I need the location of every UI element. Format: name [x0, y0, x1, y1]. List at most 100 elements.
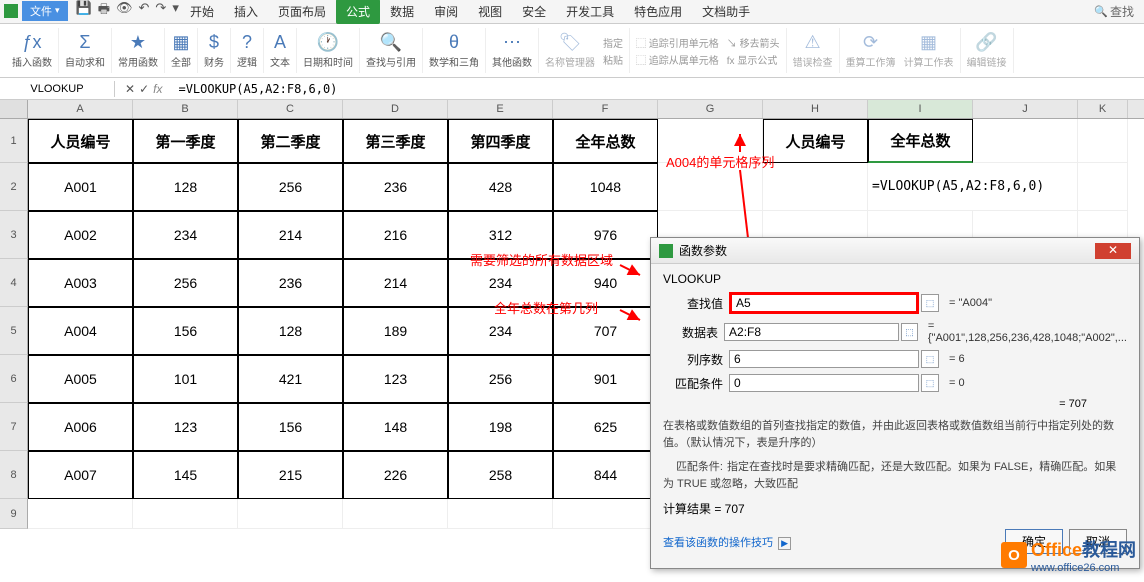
- accept-formula-icon[interactable]: ✓: [139, 82, 149, 96]
- calc-sheet-button[interactable]: ▦计算工作表: [904, 32, 954, 69]
- undo-icon[interactable]: ↶: [139, 0, 150, 22]
- column-header[interactable]: E: [448, 100, 553, 118]
- cell[interactable]: [343, 499, 448, 529]
- param-input[interactable]: [729, 350, 919, 368]
- cell[interactable]: 128: [238, 307, 343, 355]
- column-header[interactable]: C: [238, 100, 343, 118]
- tab-start[interactable]: 开始: [180, 0, 224, 24]
- cell[interactable]: 256: [238, 163, 343, 211]
- cell[interactable]: A001: [28, 163, 133, 211]
- name-box[interactable]: VLOOKUP: [0, 81, 115, 97]
- tab-special[interactable]: 特色应用: [624, 0, 692, 24]
- other-fn-button[interactable]: ⋯其他函数: [492, 32, 532, 69]
- cell[interactable]: 全年总数: [553, 119, 658, 163]
- cell[interactable]: [553, 499, 658, 529]
- preview-icon[interactable]: 👁: [116, 0, 133, 22]
- cell[interactable]: 145: [133, 451, 238, 499]
- autosum-button[interactable]: Σ自动求和: [65, 32, 105, 69]
- trace-dependents-button[interactable]: ⬚ 追踪从属单元格: [636, 52, 719, 67]
- tab-view[interactable]: 视图: [468, 0, 512, 24]
- tab-dev[interactable]: 开发工具: [556, 0, 624, 24]
- save-icon[interactable]: 💾: [76, 0, 92, 22]
- cell[interactable]: A004: [28, 307, 133, 355]
- cell[interactable]: 216: [343, 211, 448, 259]
- cell[interactable]: 第四季度: [448, 119, 553, 163]
- tab-insert[interactable]: 插入: [224, 0, 268, 24]
- name-manager-button[interactable]: 🏷名称管理器: [545, 32, 595, 69]
- fx-icon[interactable]: fx: [153, 82, 162, 96]
- cell[interactable]: A003: [28, 259, 133, 307]
- row-header[interactable]: 6: [0, 355, 28, 403]
- tab-doc-helper[interactable]: 文档助手: [692, 0, 760, 24]
- search-box[interactable]: 查找: [1094, 3, 1134, 20]
- column-header[interactable]: H: [763, 100, 868, 118]
- cell[interactable]: [1078, 163, 1128, 211]
- column-header[interactable]: J: [973, 100, 1078, 118]
- row-header[interactable]: 2: [0, 163, 28, 211]
- paste-button[interactable]: 粘贴: [603, 52, 623, 67]
- row-header[interactable]: 7: [0, 403, 28, 451]
- cell[interactable]: 156: [133, 307, 238, 355]
- cell[interactable]: [973, 119, 1078, 163]
- cell[interactable]: [28, 499, 133, 529]
- cell[interactable]: 234: [133, 211, 238, 259]
- cell[interactable]: [238, 499, 343, 529]
- cell[interactable]: A007: [28, 451, 133, 499]
- tab-layout[interactable]: 页面布局: [268, 0, 336, 24]
- cell[interactable]: 101: [133, 355, 238, 403]
- redo-icon[interactable]: ↷: [155, 0, 166, 22]
- tab-review[interactable]: 审阅: [424, 0, 468, 24]
- row-header[interactable]: 8: [0, 451, 28, 499]
- row-header[interactable]: 5: [0, 307, 28, 355]
- cell[interactable]: 256: [448, 355, 553, 403]
- formula-input[interactable]: =VLOOKUP(A5,A2:F8,6,0): [172, 80, 1144, 98]
- remove-arrows-button[interactable]: ↘ 移去箭头: [727, 35, 780, 50]
- cell[interactable]: 236: [343, 163, 448, 211]
- cell[interactable]: 214: [343, 259, 448, 307]
- column-header[interactable]: B: [133, 100, 238, 118]
- common-fn-button[interactable]: ★常用函数: [118, 32, 158, 69]
- cell[interactable]: 428: [448, 163, 553, 211]
- error-check-button[interactable]: ⚠错误检查: [793, 32, 833, 69]
- cell[interactable]: A002: [28, 211, 133, 259]
- range-selector-icon[interactable]: ⬚: [921, 374, 939, 392]
- specify-button[interactable]: 指定: [603, 35, 623, 50]
- cell[interactable]: 1048: [553, 163, 658, 211]
- cell[interactable]: 625: [553, 403, 658, 451]
- row-header[interactable]: 1: [0, 119, 28, 163]
- cell[interactable]: [763, 163, 868, 211]
- cell[interactable]: 198: [448, 403, 553, 451]
- dialog-titlebar[interactable]: 函数参数 ✕: [651, 238, 1139, 264]
- cell[interactable]: 236: [238, 259, 343, 307]
- cell[interactable]: 123: [343, 355, 448, 403]
- cell[interactable]: 第三季度: [343, 119, 448, 163]
- close-button[interactable]: ✕: [1095, 243, 1131, 259]
- cell[interactable]: 189: [343, 307, 448, 355]
- column-header[interactable]: A: [28, 100, 133, 118]
- cell[interactable]: 第二季度: [238, 119, 343, 163]
- recalc-book-button[interactable]: ⟳重算工作簿: [846, 32, 896, 69]
- datetime-fn-button[interactable]: 🕐日期和时间: [303, 32, 353, 69]
- cell[interactable]: [448, 499, 553, 529]
- row-header[interactable]: 4: [0, 259, 28, 307]
- tab-data[interactable]: 数据: [380, 0, 424, 24]
- cell[interactable]: 123: [133, 403, 238, 451]
- print-icon[interactable]: 🖶: [98, 0, 110, 22]
- cell[interactable]: 226: [343, 451, 448, 499]
- tab-formula[interactable]: 公式: [336, 0, 380, 24]
- range-selector-icon[interactable]: ⬚: [921, 350, 939, 368]
- cell[interactable]: [1078, 119, 1128, 163]
- cell[interactable]: 844: [553, 451, 658, 499]
- dialog-help-link[interactable]: 查看该函数的操作技巧 ▶: [663, 534, 791, 550]
- finance-fn-button[interactable]: $财务: [204, 32, 224, 69]
- dropdown-icon[interactable]: ▾: [172, 0, 179, 22]
- cell[interactable]: 人员编号: [763, 119, 868, 163]
- param-input[interactable]: [729, 292, 919, 314]
- cell[interactable]: 258: [448, 451, 553, 499]
- row-header[interactable]: 3: [0, 211, 28, 259]
- cell[interactable]: 215: [238, 451, 343, 499]
- param-input[interactable]: [724, 323, 899, 341]
- all-fn-button[interactable]: ▦全部: [171, 32, 191, 69]
- column-header[interactable]: D: [343, 100, 448, 118]
- row-header[interactable]: 9: [0, 499, 28, 529]
